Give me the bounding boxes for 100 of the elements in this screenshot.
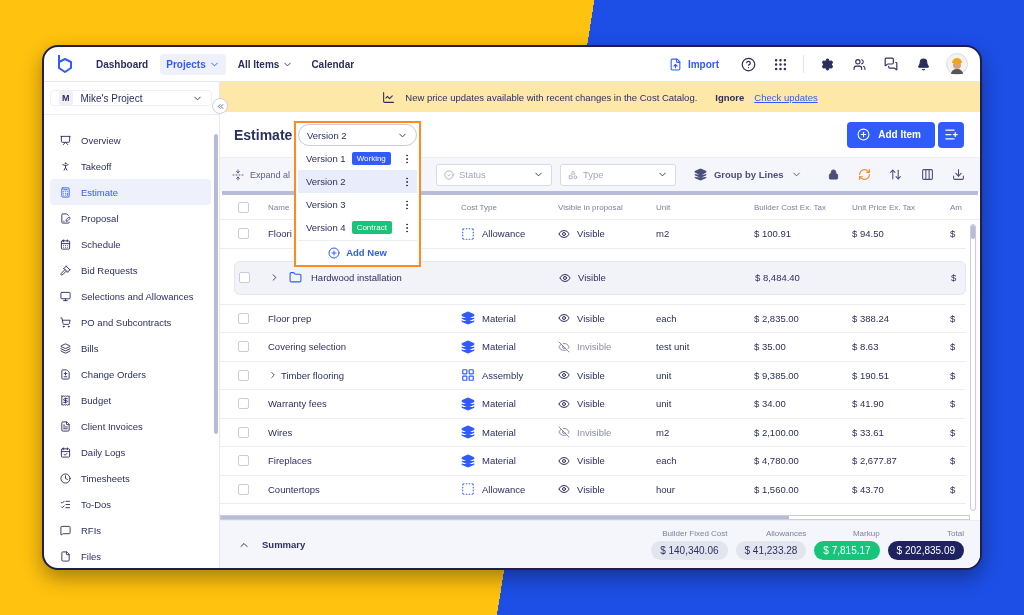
row-checkbox[interactable] [238, 483, 249, 495]
row-checkbox[interactable] [238, 426, 249, 438]
table-cell: m2 [656, 426, 670, 438]
total-value: $ 202,835.09 [887, 541, 964, 560]
nav-tab[interactable]: All Items [231, 53, 300, 75]
group-row[interactable]: Hardwood installation Visible $ 8,484.40 $ [234, 260, 966, 295]
expand-chevron-icon[interactable] [268, 370, 278, 381]
clock-icon [60, 472, 71, 484]
column-header: Cost Type [461, 202, 497, 212]
table-cell: Visible [577, 369, 605, 381]
sidebar-item[interactable]: Timesheets [50, 465, 211, 491]
shapes-icon [567, 169, 578, 180]
table-cell: $ [950, 455, 956, 467]
row-checkbox[interactable] [238, 312, 249, 324]
avatar-icon[interactable] [946, 53, 968, 75]
table-cell: $ 43.70 [852, 483, 884, 495]
table-cell: unit [656, 398, 672, 410]
table-cell: Warranty fees [268, 398, 327, 410]
folder-icon [289, 271, 302, 284]
sidebar-item[interactable]: Takeoff [50, 153, 211, 179]
sidebar-item[interactable]: PO and Subcontracts [50, 309, 211, 335]
table-cell: $ 8.63 [852, 341, 879, 353]
expand-all-label[interactable]: Expand al [250, 169, 291, 180]
sidebar-item[interactable]: To-Dos [50, 491, 211, 517]
total-label: Builder Fixed Cost [662, 529, 728, 538]
sidebar-item[interactable]: Estimate [50, 179, 211, 205]
banner-message: New price updates available with recent changes in the Cost Catalog. [405, 91, 698, 103]
summary-toggle[interactable]: Summary [238, 538, 306, 551]
total-value: $ 41,233.28 [735, 541, 807, 560]
column-header: Unit [656, 202, 671, 212]
file-upload-icon [668, 57, 682, 71]
table-cell: $ 8,484.40 [755, 272, 800, 283]
table-cell: Covering selection [268, 341, 347, 353]
table-cell: m2 [656, 228, 670, 240]
table-cell: Fireplaces [268, 455, 312, 467]
sidebar-item[interactable]: Bills [50, 335, 211, 361]
version-select[interactable]: Version 2 [298, 124, 417, 146]
sidebar-item[interactable]: Budget [50, 387, 211, 413]
table-cell: Material [482, 312, 516, 324]
table-cell: Invisible [577, 341, 612, 353]
table-cell: $ [950, 341, 956, 353]
total-label: Allowances [765, 529, 807, 538]
version-option[interactable]: Version 2 [298, 170, 417, 193]
table-cell: $ 100.91 [754, 228, 791, 240]
import-link[interactable]: Import [668, 57, 719, 71]
table-cell: $ [950, 398, 956, 410]
row-checkbox[interactable] [238, 341, 249, 353]
nav-tab[interactable]: Calendar [305, 53, 361, 75]
document-icon [60, 212, 71, 224]
table-cell: each [656, 312, 677, 324]
add-item-button[interactable]: Add Item [847, 121, 935, 148]
table-cell: Floor prep [268, 312, 312, 324]
sidebar-item[interactable]: Selections and Allowances [50, 283, 211, 309]
sidebar-item[interactable]: Overview [50, 127, 211, 153]
row-checkbox[interactable] [238, 228, 249, 240]
sidebar-item[interactable]: Daily Logs [50, 439, 211, 465]
chat-icon [60, 524, 71, 536]
group-by-menu[interactable]: Group by Lines [693, 168, 802, 181]
table-cell: Visible [577, 398, 605, 410]
sidebar-item[interactable]: Bid Requests [50, 257, 211, 283]
sidebar-item[interactable]: Change Orders [50, 361, 211, 387]
sidebar-item[interactable]: Proposal [50, 205, 211, 231]
row-checkbox[interactable] [238, 398, 249, 410]
status-icon [443, 169, 454, 180]
checklist-icon [60, 498, 71, 510]
table-cell: Countertops [268, 483, 320, 495]
sidebar-item[interactable]: Schedule [50, 231, 211, 257]
project-selector[interactable]: M Mike's Project [50, 90, 212, 106]
layers-icon [693, 168, 707, 181]
add-new-button[interactable]: Add New [298, 240, 417, 264]
collapse-sidebar-button[interactable] [212, 98, 228, 114]
nav-tab[interactable]: Projects [160, 53, 226, 75]
table-cell: $ 190.51 [852, 369, 889, 381]
table-cell: $ [950, 312, 956, 324]
nav-tab[interactable]: Dashboard [90, 53, 155, 75]
sidebar-item[interactable]: Client Invoices [50, 413, 211, 439]
calendar-check-icon [60, 446, 71, 458]
ignore-link[interactable]: Ignore [715, 91, 745, 103]
sidebar-item[interactable]: Files [50, 543, 211, 568]
table-cell: $ 94.50 [852, 228, 884, 240]
table-cell: $ 33.61 [852, 426, 884, 438]
table-cell: Material [482, 341, 516, 353]
table-cell: Visible [577, 312, 605, 324]
column-header: Builder Cost Ex. Tax [754, 202, 826, 212]
row-checkbox[interactable] [238, 369, 249, 381]
table-cell: $ [951, 272, 957, 283]
add-list-button[interactable] [938, 121, 964, 148]
check-updates-link[interactable]: Check updates [754, 91, 818, 103]
row-checkbox[interactable] [238, 455, 249, 467]
scrollbar[interactable] [970, 224, 976, 511]
sidebar-item[interactable]: RFIs [50, 517, 211, 543]
select-all-checkbox[interactable] [238, 201, 249, 213]
table-cell: $ 1,560.00 [754, 483, 799, 495]
table-cell: hour [656, 483, 675, 495]
row-checkbox[interactable] [239, 272, 250, 283]
table-cell: $ 4,780.00 [754, 455, 799, 467]
presentation-icon [60, 134, 71, 146]
total-label: Total [947, 529, 964, 538]
table-cell: $ 9,385.00 [754, 369, 799, 381]
page-title: Estimate [234, 126, 293, 143]
